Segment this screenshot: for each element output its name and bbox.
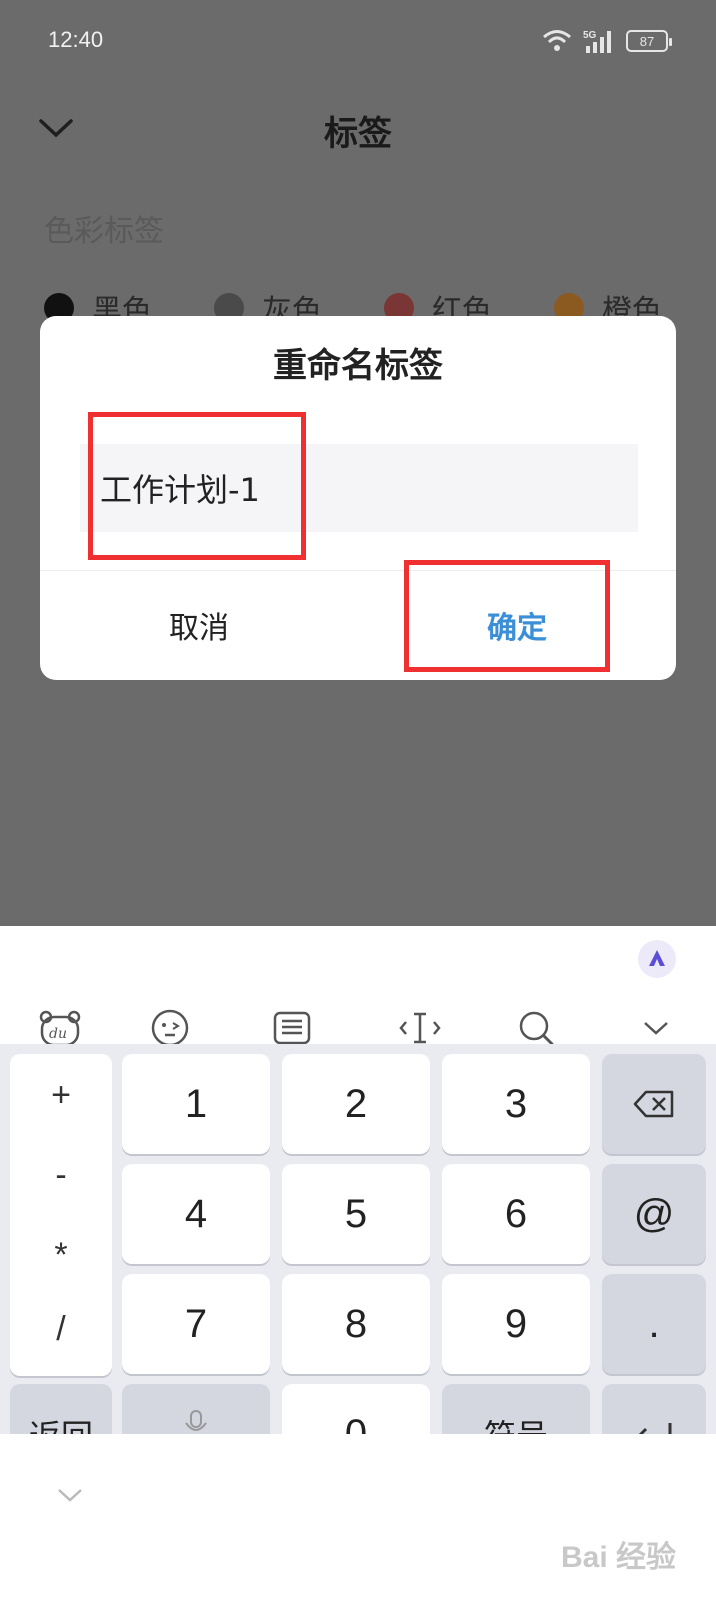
backspace-icon: [633, 1090, 674, 1118]
plus-key[interactable]: +: [10, 1076, 112, 1115]
keyboard-bottom-bar: Bai 经验: [0, 1434, 716, 1600]
key-1[interactable]: 1: [122, 1054, 270, 1154]
minus-key[interactable]: -: [10, 1156, 112, 1195]
status-icons: 5G 87: [542, 26, 672, 56]
dot-key[interactable]: .: [602, 1274, 706, 1374]
key-3[interactable]: 3: [442, 1054, 590, 1154]
key-6[interactable]: 6: [442, 1164, 590, 1264]
number-keyboard: du + - * / 1 2 3 4 5 6 @ 7 8 9 . Bai 经验: [0, 926, 716, 1600]
key-9[interactable]: 9: [442, 1274, 590, 1374]
tag-name-input[interactable]: [80, 444, 638, 532]
assistant-icon[interactable]: [638, 940, 676, 978]
dialog-title: 重命名标签: [273, 346, 443, 386]
svg-text:5G: 5G: [583, 30, 597, 41]
status-time: 12:40: [48, 27, 104, 52]
rename-tag-dialog: 重命名标签 取消 确定: [40, 316, 676, 680]
key-4[interactable]: 4: [122, 1164, 270, 1264]
cancel-button[interactable]: 取消: [40, 571, 358, 679]
baidu-watermark: Bai 经验: [560, 1541, 676, 1574]
key-7[interactable]: 7: [122, 1274, 270, 1374]
at-key[interactable]: @: [602, 1164, 706, 1264]
key-8[interactable]: 8: [282, 1274, 430, 1374]
page-title: 标签: [324, 114, 392, 154]
signal-5g-icon: 5G: [583, 30, 611, 53]
confirm-button[interactable]: 确定: [358, 571, 676, 679]
wifi-icon: [543, 30, 571, 51]
key-2[interactable]: 2: [282, 1054, 430, 1154]
symbol-column: + - * /: [10, 1054, 112, 1376]
svg-text:du: du: [49, 1026, 67, 1042]
hide-keyboard-chevron-icon[interactable]: [56, 1486, 84, 1504]
battery-icon: 87: [626, 30, 672, 52]
section-label: 色彩标签: [44, 214, 164, 249]
key-5[interactable]: 5: [282, 1164, 430, 1264]
battery-level: 87: [639, 33, 655, 49]
keypad: + - * / 1 2 3 4 5 6 @ 7 8 9 . 返回: [0, 1044, 716, 1484]
backspace-key[interactable]: [602, 1054, 706, 1154]
divide-key[interactable]: /: [10, 1310, 112, 1349]
multiply-key[interactable]: *: [10, 1236, 112, 1275]
